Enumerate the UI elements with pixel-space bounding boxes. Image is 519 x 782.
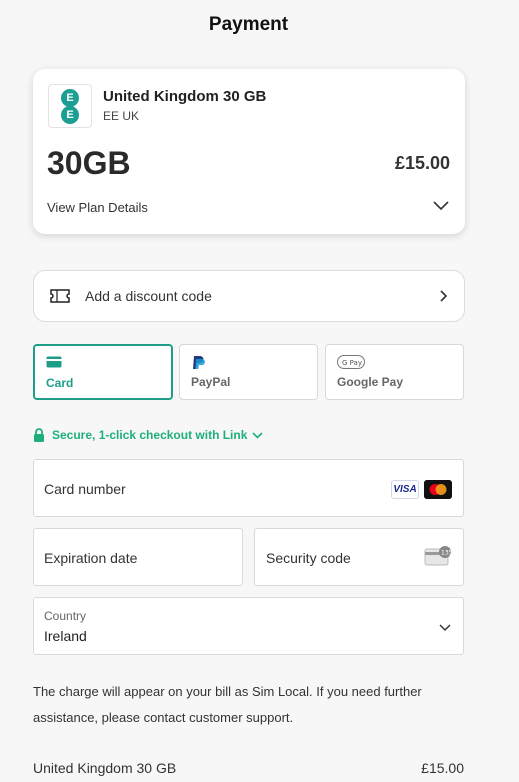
ee-logo: E E [48, 84, 92, 128]
summary-item-price: £15.00 [421, 760, 464, 776]
plan-provider: EE UK [103, 109, 140, 123]
country-select[interactable]: Country Ireland [33, 597, 464, 655]
chevron-right-icon [440, 290, 448, 302]
visa-icon: VISA [391, 480, 419, 499]
country-value: Ireland [44, 628, 87, 644]
plan-price: £15.00 [394, 153, 450, 173]
discount-code-label: Add a discount code [85, 288, 212, 304]
plan-data-amount: 30GB [47, 145, 131, 181]
billing-notice: The charge will appear on your bill as S… [33, 684, 422, 725]
cvc-card-icon: 135 [424, 546, 452, 566]
expiration-date-placeholder: Expiration date [44, 550, 138, 566]
payment-method-google-pay[interactable]: G Pay Google Pay [325, 344, 464, 400]
link-checkout-label: Secure, 1-click checkout with Link [52, 428, 248, 442]
chevron-down-icon[interactable] [433, 201, 449, 211]
payment-method-label: Card [46, 376, 74, 390]
svg-text:G Pay: G Pay [342, 359, 362, 367]
ticket-icon [50, 289, 70, 303]
paypal-icon [193, 356, 205, 369]
payment-method-paypal[interactable]: PayPal [179, 344, 318, 400]
security-code-field[interactable]: Security code 135 [254, 528, 464, 586]
payment-method-card[interactable]: Card [33, 344, 173, 400]
card-number-placeholder: Card number [44, 481, 126, 497]
ee-logo-letter: E [61, 106, 79, 124]
credit-card-icon [46, 356, 62, 368]
chevron-down-icon [252, 431, 263, 439]
plan-name: United Kingdom 30 GB [103, 88, 267, 105]
svg-text:135: 135 [441, 550, 452, 557]
mastercard-icon [424, 480, 452, 499]
summary-item-name: United Kingdom 30 GB [33, 760, 177, 776]
page-title: Payment [208, 14, 289, 35]
lock-icon [34, 428, 44, 442]
card-number-field[interactable]: Card number VISA [33, 459, 464, 517]
link-checkout-toggle[interactable]: Secure, 1-click checkout with Link [33, 428, 263, 442]
view-plan-details-link[interactable]: View Plan Details [47, 200, 148, 215]
security-code-placeholder: Security code [266, 550, 351, 566]
expiration-date-field[interactable]: Expiration date [33, 528, 243, 586]
country-label: Country [44, 609, 87, 623]
chevron-down-icon [439, 624, 451, 632]
payment-method-label: PayPal [191, 375, 231, 389]
plan-card: E E United Kingdom 30 GB EE UK 30GB £15.… [33, 69, 465, 234]
google-pay-icon: G Pay [337, 355, 365, 369]
ee-logo-letter: E [61, 89, 79, 107]
discount-code-button[interactable]: Add a discount code [33, 270, 465, 322]
payment-method-label: Google Pay [337, 375, 404, 389]
